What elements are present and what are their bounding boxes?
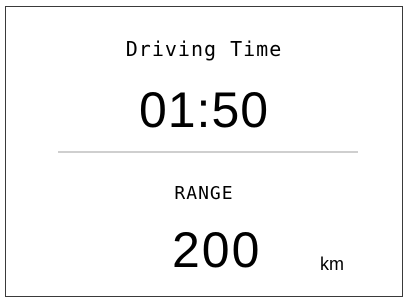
driving-time-value: 01:50 xyxy=(138,82,270,138)
range-unit: km xyxy=(320,254,344,274)
range-label: RANGE xyxy=(174,183,234,204)
range-value: 200 xyxy=(172,222,262,278)
section-divider xyxy=(58,151,358,153)
right-edge-strip xyxy=(403,6,416,307)
driving-time-label: Driving Time xyxy=(125,37,283,61)
dashboard-panel: Driving Time 01:50 RANGE 200 km xyxy=(5,6,403,297)
